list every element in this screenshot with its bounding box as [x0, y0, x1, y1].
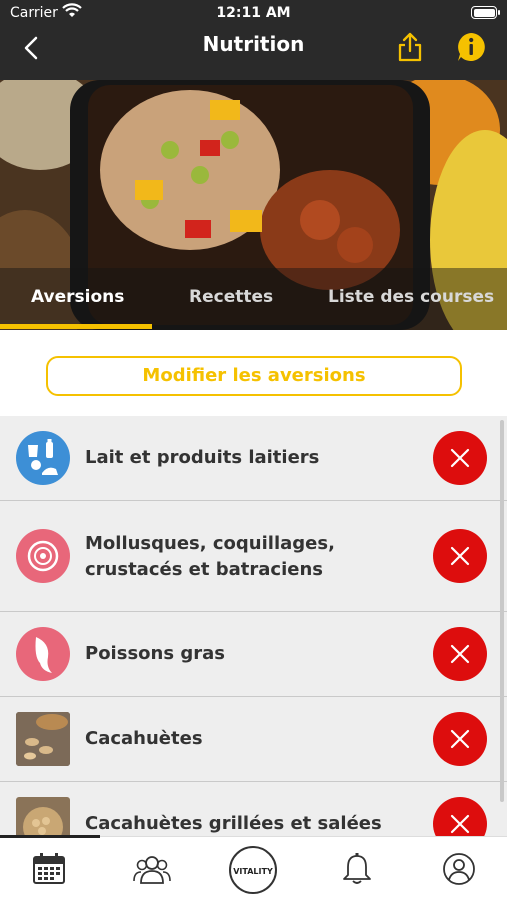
top-bar: Carrier 12:11 AM Nutrition — [0, 0, 507, 80]
aversion-label: Lait et produits laitiers — [85, 447, 320, 468]
vitality-logo-text: VITALITY — [233, 867, 273, 876]
tab-liste-des-courses[interactable]: Liste des courses — [328, 287, 494, 307]
community-icon[interactable] — [133, 851, 171, 887]
profile-icon[interactable] — [441, 851, 477, 887]
active-tab-indicator-bottom — [0, 835, 100, 838]
list-item: Lait et produits laitiers — [0, 416, 507, 501]
tab-aversions[interactable]: Aversions — [31, 287, 124, 307]
calendar-icon[interactable] — [31, 851, 67, 887]
aversion-label: Cacahuètes — [85, 728, 203, 749]
aversion-label: Cacahuètes grillées et salées — [85, 813, 382, 834]
list-item: Cacahuètes — [0, 697, 507, 782]
aversion-label: Mollusques, coquillages, crustacés et ba… — [85, 533, 335, 580]
fish-icon — [16, 627, 70, 681]
peanuts-photo — [16, 712, 70, 766]
aversion-label: Poissons gras — [85, 643, 225, 664]
remove-aversion-button[interactable] — [433, 627, 487, 681]
roasted-peanuts-photo — [16, 797, 70, 836]
vitality-logo[interactable]: VITALITY — [228, 845, 278, 895]
share-icon[interactable] — [396, 31, 424, 63]
tab-recettes[interactable]: Recettes — [189, 287, 273, 307]
remove-aversion-button[interactable] — [433, 431, 487, 485]
remove-aversion-button[interactable] — [433, 797, 487, 836]
bell-icon[interactable] — [339, 851, 375, 887]
remove-aversion-button[interactable] — [433, 529, 487, 583]
status-bar: Carrier 12:11 AM — [0, 0, 507, 28]
aversions-list: Lait et produits laitiers Mollusques, co… — [0, 416, 507, 836]
list-item: Poissons gras — [0, 612, 507, 697]
list-item: Cacahuètes grillées et salées — [0, 782, 507, 836]
navigation-bar: Nutrition — [0, 28, 507, 80]
remove-aversion-button[interactable] — [433, 712, 487, 766]
battery-icon — [471, 6, 500, 19]
bottom-tab-bar: VITALITY — [0, 835, 507, 900]
list-scrollbar[interactable] — [500, 420, 504, 802]
shell-icon — [16, 529, 70, 583]
modify-aversions-button[interactable]: Modifier les aversions — [46, 356, 462, 396]
info-icon[interactable] — [455, 31, 487, 63]
clock: 12:11 AM — [216, 5, 291, 21]
dairy-icon — [16, 431, 70, 485]
active-tab-indicator — [0, 324, 152, 329]
list-item: Mollusques, coquillages, crustacés et ba… — [0, 501, 507, 612]
page-title: Nutrition — [202, 32, 305, 56]
